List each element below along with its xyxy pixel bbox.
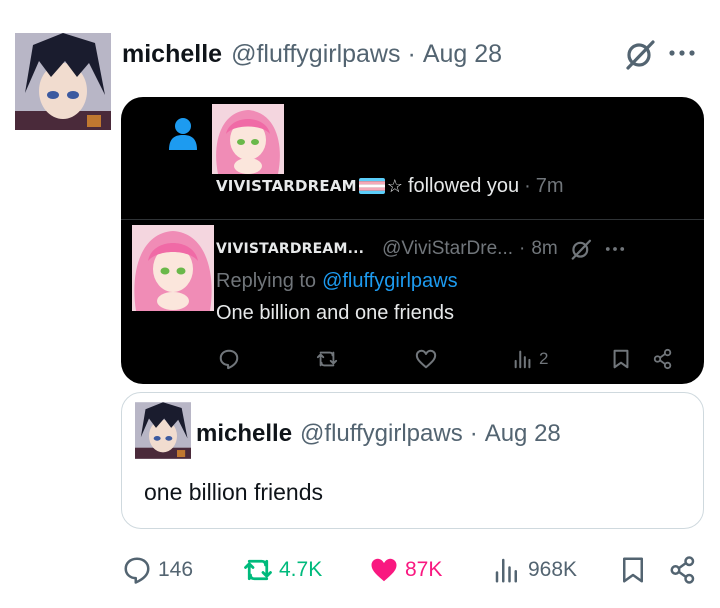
- views-icon: [495, 558, 517, 583]
- reply-author-avatar[interactable]: [132, 225, 214, 311]
- more-dots-icon: [605, 247, 624, 251]
- retweet-button[interactable]: 4.7K: [243, 553, 322, 587]
- retweet-count: 4.7K: [279, 558, 323, 581]
- grok-slash-icon[interactable]: [624, 38, 656, 70]
- author-avatar[interactable]: [15, 33, 111, 130]
- quoted-separator: ·: [469, 420, 478, 447]
- reply-text: One billion and one friends: [216, 301, 454, 324]
- replying-label: Replying to: [216, 269, 317, 292]
- follower-username[interactable]: VIVISTARDREAM: [216, 177, 357, 195]
- views-stat: 2: [512, 345, 548, 373]
- tweet-header: michelle @fluffygirlpaws · Aug 28: [122, 37, 502, 71]
- heart-filled-icon: [371, 558, 397, 582]
- share-icon: [652, 345, 674, 373]
- screenshot-action-bar: 2: [121, 345, 704, 373]
- follower-avatar[interactable]: [212, 104, 284, 174]
- views-button[interactable]: 968K: [492, 553, 577, 587]
- like-count: 87K: [405, 558, 443, 581]
- quoted-header: michelle @fluffygirlpaws · Aug 28: [196, 419, 561, 449]
- notification-time: 7m: [535, 174, 564, 197]
- reply-separator: ·: [519, 238, 526, 259]
- card-divider: [121, 219, 704, 220]
- reply-username[interactable]: VIVISTARDREAM...: [216, 241, 364, 257]
- tweet-action-bar: 146 4.7K 87K 968K: [0, 553, 720, 587]
- like-icon: [415, 345, 437, 373]
- author-name[interactable]: michelle: [122, 40, 222, 69]
- bookmark-button[interactable]: [618, 553, 654, 587]
- header-separator: ·: [407, 39, 416, 68]
- replying-mention: @fluffygirlpaws: [322, 269, 458, 292]
- views-icon: [514, 350, 531, 369]
- share-icon: [670, 556, 695, 584]
- quoted-author-avatar: [135, 402, 191, 459]
- views-count: 968K: [528, 558, 578, 581]
- follow-notification: VIVISTARDREAM ☆ followed you · 7m: [216, 172, 564, 200]
- quoted-tweet[interactable]: michelle @fluffygirlpaws · Aug 28 one bi…: [121, 392, 704, 529]
- quoted-text: one billion friends: [144, 478, 324, 505]
- screenshot-card: VIVISTARDREAM ☆ followed you · 7m VIVIST…: [121, 97, 704, 384]
- quoted-author-name: michelle: [196, 420, 293, 447]
- person-icon: [167, 116, 199, 150]
- share-button[interactable]: [668, 553, 704, 587]
- trans-flag-icon: [358, 178, 385, 194]
- reply-time: 8m: [531, 238, 558, 259]
- more-dots-icon[interactable]: [664, 40, 700, 66]
- like-button[interactable]: 87K: [369, 553, 442, 587]
- views-count: 2: [539, 349, 549, 368]
- author-handle[interactable]: @fluffygirlpaws: [231, 40, 400, 69]
- reply-button[interactable]: 146: [122, 553, 193, 587]
- star-glyph: ☆: [386, 175, 403, 196]
- quoted-handle: @fluffygirlpaws: [300, 420, 463, 447]
- grok-slash-icon: [571, 239, 591, 260]
- reply-count: 146: [158, 558, 194, 581]
- retweet-icon: [244, 559, 272, 581]
- bookmark-icon: [610, 345, 632, 373]
- quoted-date: Aug 28: [484, 420, 561, 447]
- follow-action-text: followed you: [407, 174, 520, 197]
- retweet-icon: [316, 345, 338, 373]
- reply-icon: [124, 557, 150, 584]
- reply-handle[interactable]: @ViviStarDre...: [382, 238, 513, 260]
- notification-separator: ·: [524, 174, 531, 197]
- tweet-date[interactable]: Aug 28: [423, 40, 502, 69]
- replying-to-line: Replying to @fluffygirlpaws: [216, 267, 458, 295]
- reply-header: VIVISTARDREAM... @ViviStarDre... · 8m: [216, 235, 686, 263]
- bookmark-icon: [623, 557, 643, 583]
- reply-icon: [218, 345, 240, 373]
